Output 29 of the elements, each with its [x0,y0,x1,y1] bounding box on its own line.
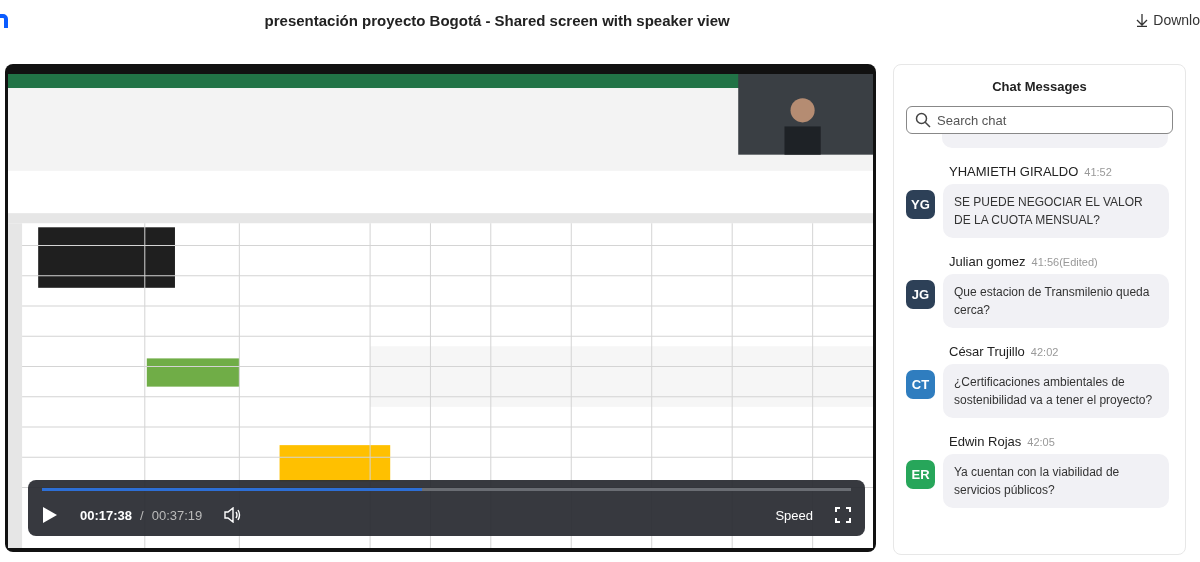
message-time: 42:02 [1030,346,1059,358]
current-time: 00:17:38 [80,507,133,523]
download-button[interactable]: Downlo [1136,12,1200,28]
sender-name: YHAMIETH GIRALDO [949,164,1079,179]
search-field[interactable]: Search chat [906,106,1173,134]
window-title: presentación proyecto Bogotá - Shared screen with speaker view [264,11,730,29]
speed-button[interactable]: Speed [775,507,813,523]
download-icon [1136,13,1149,27]
avatar: YG [906,190,935,219]
chat-title: Chat Messages [991,79,1088,94]
volume-icon[interactable] [224,507,243,523]
avatar: ER [906,460,935,489]
sender-name: César Trujillo [949,344,1025,359]
message-time: 41:56(Edited) [1031,256,1098,268]
message-time: 41:52 [1084,166,1112,178]
fullscreen-icon[interactable] [835,507,851,523]
message-bubble: ¿Certificaciones ambientales de sostenibilidad va a tener el proyecto? [943,364,1169,418]
play-icon[interactable] [42,506,58,524]
message-bubble: SE PUEDE NEGOCIAR EL VALOR DE LA CUOTA MENSUAL? [943,184,1169,238]
message-bubble: Ya cuentan con la viabilidad de servicios públicos? [943,454,1169,508]
message-bubble: Que estacion de Transmilenio queda cerca? [943,274,1169,328]
message-time: 42:05 [1027,436,1055,448]
time-separator: / [140,507,144,523]
sender-name: Edwin Rojas [949,434,1022,449]
avatar: CT [906,370,935,399]
logo-icon [0,12,8,28]
duration: 00:37:19 [151,507,203,523]
avatar: JG [906,280,935,309]
sender-name: Julian gomez [949,254,1026,269]
